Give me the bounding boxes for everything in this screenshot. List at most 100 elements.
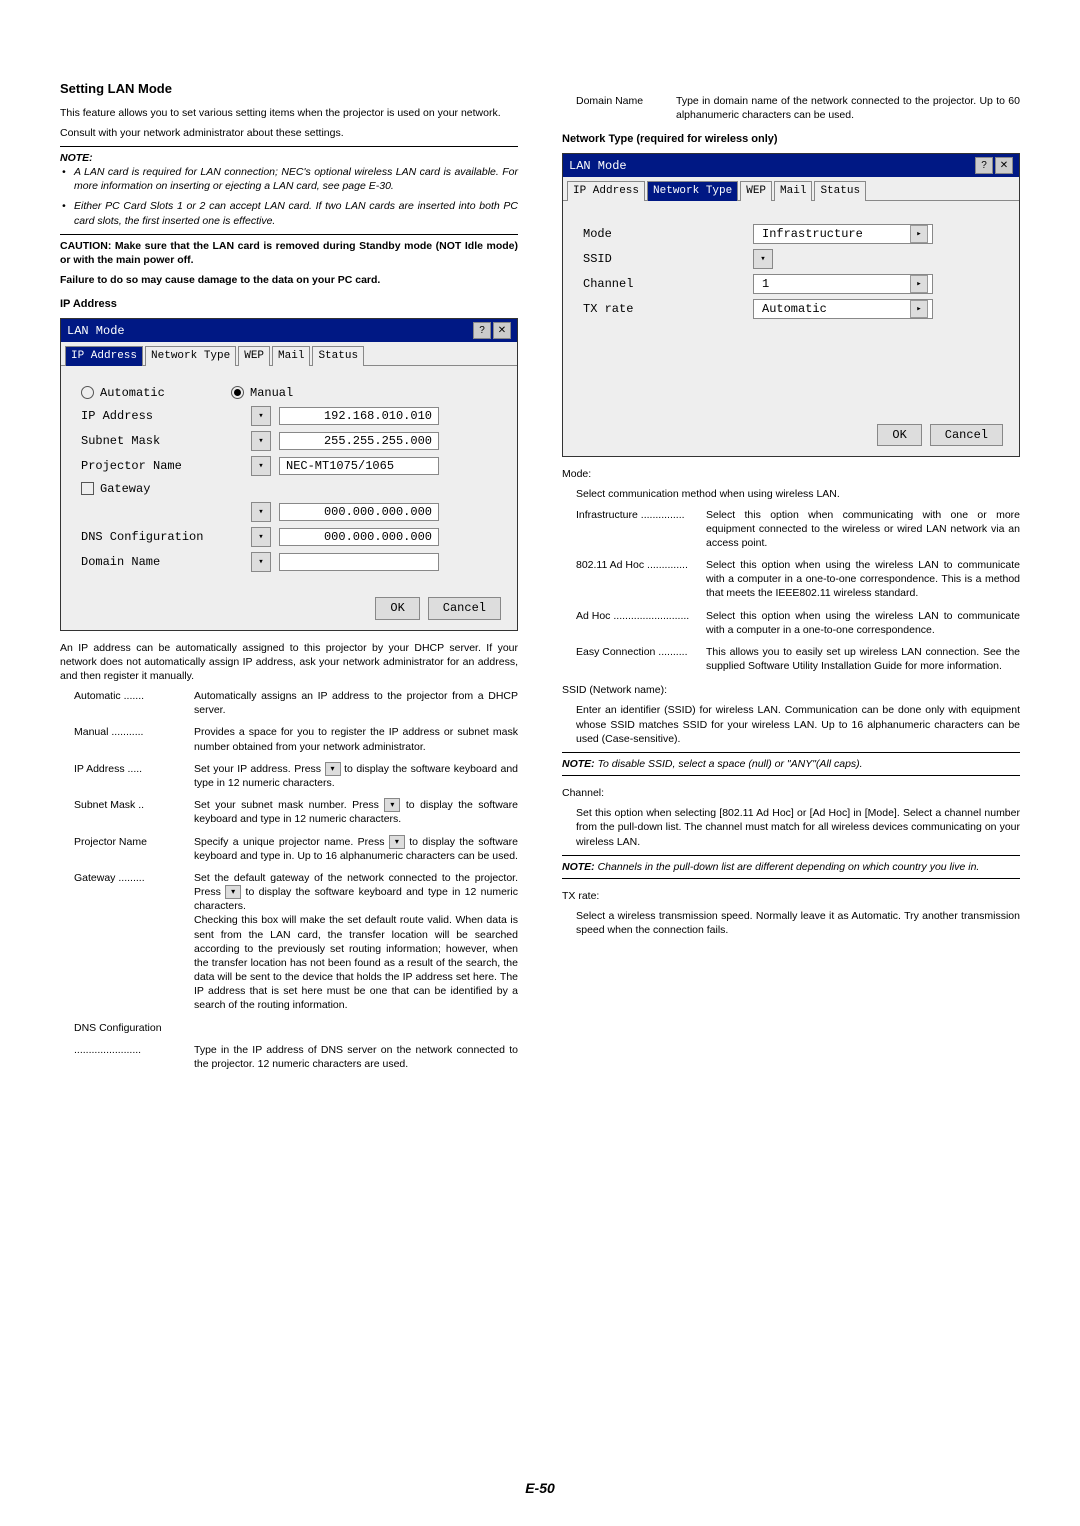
lan-mode-network-dialog: LAN Mode?✕ IP Address Network Type WEP M… (562, 153, 1020, 457)
gateway-checkbox[interactable] (81, 482, 94, 495)
term: Easy Connection (576, 646, 655, 658)
tx-desc: Select a wireless transmission speed. No… (576, 909, 1020, 937)
subhead-network-type: Network Type (required for wireless only… (562, 132, 1020, 147)
def: Select this option when using the wirele… (706, 558, 1020, 601)
close-icon[interactable]: ✕ (995, 157, 1013, 174)
rule (562, 878, 1020, 879)
gateway-field[interactable]: 000.000.000.000 (279, 503, 439, 521)
channel-heading: Channel: (562, 786, 1020, 800)
para: Consult with your network administrator … (60, 126, 518, 140)
note-label: NOTE: (60, 151, 518, 165)
term: Manual (74, 726, 108, 738)
channel-select[interactable]: 1 (753, 274, 933, 294)
ip-address-field[interactable]: 192.168.010.010 (279, 407, 439, 425)
tab-mail[interactable]: Mail (272, 346, 310, 366)
cancel-button[interactable]: Cancel (930, 424, 1003, 446)
rule (60, 234, 518, 235)
term: Automatic (74, 690, 121, 702)
ssid-label: SSID (583, 251, 753, 267)
tab-mail[interactable]: Mail (774, 181, 812, 201)
note: NOTE: Channels in the pull-down list are… (562, 860, 1020, 874)
def: Set your IP address. Press to display th… (194, 762, 518, 790)
def: Provides a space for you to register the… (194, 725, 518, 753)
def: Specify a unique projector name. Press t… (194, 835, 518, 863)
mode-desc: Select communication method when using w… (576, 487, 1020, 501)
cancel-button[interactable]: Cancel (428, 597, 501, 619)
page-number: E-50 (0, 1479, 1080, 1498)
tx-heading: TX rate: (562, 889, 1020, 903)
def: Set your subnet mask number. Press to di… (194, 798, 518, 826)
def: Automatically assigns an IP address to t… (194, 689, 518, 717)
help-icon[interactable]: ? (975, 157, 993, 174)
tab-status[interactable]: Status (312, 346, 364, 366)
rule (562, 752, 1020, 753)
keyboard-icon (325, 762, 341, 776)
note: NOTE: To disable SSID, select a space (n… (562, 757, 1020, 771)
keyboard-icon[interactable] (251, 431, 271, 451)
tab-wep[interactable]: WEP (740, 181, 772, 201)
subnet-mask-field[interactable]: 255.255.255.000 (279, 432, 439, 450)
mode-heading: Mode: (562, 467, 1020, 481)
tab-wep[interactable]: WEP (238, 346, 270, 366)
radio-automatic[interactable] (81, 386, 94, 399)
keyboard-icon[interactable] (753, 249, 773, 269)
domain-name-field[interactable] (279, 553, 439, 571)
projector-name-field[interactable]: NEC-MT1075/1065 (279, 457, 439, 475)
def: Select this option when using the wirele… (706, 609, 1020, 637)
dialog-title: LAN Mode (67, 323, 125, 339)
mode-select[interactable]: Infrastructure (753, 224, 933, 244)
def: Type in the IP address of DNS server on … (194, 1043, 518, 1071)
term: 802.11 Ad Hoc (576, 559, 644, 571)
term: IP Address (74, 763, 125, 775)
tab-ip-address[interactable]: IP Address (65, 346, 143, 366)
mode-label: Mode (583, 226, 753, 242)
subhead-ip: IP Address (60, 297, 518, 312)
rule (60, 146, 518, 147)
txrate-select[interactable]: Automatic (753, 299, 933, 319)
term: Gateway (74, 872, 115, 884)
para: This feature allows you to set various s… (60, 106, 518, 120)
tab-network-type[interactable]: Network Type (647, 181, 738, 201)
para: An IP address can be automatically assig… (60, 641, 518, 684)
keyboard-icon[interactable] (251, 552, 271, 572)
caution: Failure to do so may cause damage to the… (60, 273, 518, 287)
radio-manual-label: Manual (250, 386, 293, 400)
dropdown-icon[interactable] (910, 300, 928, 318)
ip-address-label: IP Address (81, 408, 251, 424)
channel-label: Channel (583, 276, 753, 292)
term: Subnet Mask (74, 799, 135, 811)
tab-ip-address[interactable]: IP Address (567, 181, 645, 201)
radio-manual[interactable] (231, 386, 244, 399)
def: Select this option when communicating wi… (706, 508, 1020, 551)
channel-desc: Set this option when selecting [802.11 A… (576, 806, 1020, 849)
txrate-label: TX rate (583, 301, 753, 317)
term: DNS Configuration (74, 1021, 194, 1035)
ok-button[interactable]: OK (375, 597, 419, 619)
dropdown-icon[interactable] (910, 225, 928, 243)
ssid-heading: SSID (Network name): (562, 683, 1020, 697)
ssid-desc: Enter an identifier (SSID) for wireless … (576, 703, 1020, 746)
gateway-label: Gateway (100, 482, 150, 496)
subnet-mask-label: Subnet Mask (81, 433, 251, 449)
keyboard-icon (389, 835, 405, 849)
term: Ad Hoc (576, 610, 610, 622)
dns-field[interactable]: 000.000.000.000 (279, 528, 439, 546)
keyboard-icon[interactable] (251, 456, 271, 476)
keyboard-icon (384, 798, 400, 812)
note-item: A LAN card is required for LAN connectio… (74, 165, 518, 193)
keyboard-icon[interactable] (251, 502, 271, 522)
term: Projector Name (74, 836, 147, 848)
help-icon[interactable]: ? (473, 322, 491, 339)
term: Infrastructure (576, 509, 638, 521)
tab-status[interactable]: Status (814, 181, 866, 201)
dropdown-icon[interactable] (910, 275, 928, 293)
tab-network-type[interactable]: Network Type (145, 346, 236, 366)
def: Set the default gateway of the network c… (194, 871, 518, 1013)
lan-mode-ip-dialog: LAN Mode?✕ IP Address Network Type WEP M… (60, 318, 518, 630)
keyboard-icon[interactable] (251, 406, 271, 426)
keyboard-icon[interactable] (251, 527, 271, 547)
close-icon[interactable]: ✕ (493, 322, 511, 339)
domain-name-label: Domain Name (81, 554, 251, 570)
ok-button[interactable]: OK (877, 424, 921, 446)
dialog-title: LAN Mode (569, 158, 627, 174)
